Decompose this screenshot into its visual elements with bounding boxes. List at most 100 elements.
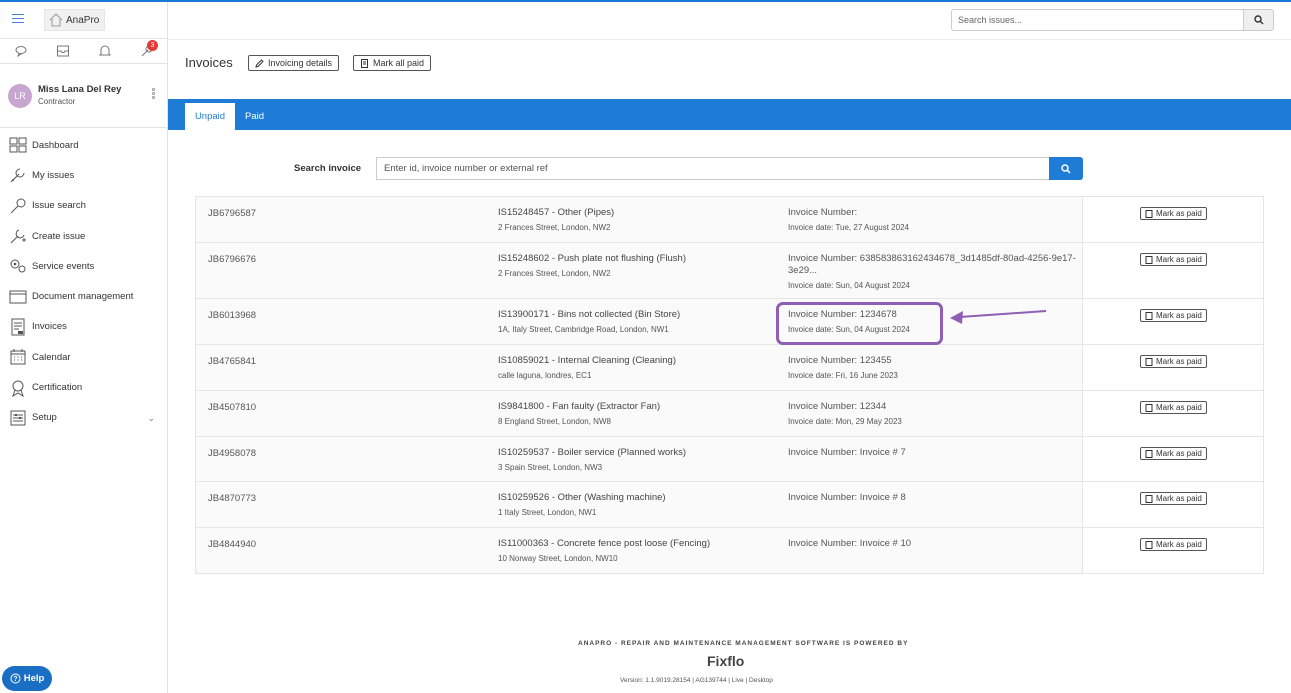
document-icon (1145, 357, 1153, 366)
mark-as-paid-label: Mark as paid (1156, 209, 1202, 218)
tab-paid[interactable]: Paid (235, 103, 274, 130)
help-button[interactable]: ? Help (2, 666, 52, 691)
sidebar-item-service-events[interactable]: Service events (0, 251, 167, 281)
sidebar-item-label: Document management (32, 291, 134, 303)
mark-all-paid-button[interactable]: Mark all paid (353, 55, 432, 71)
action-cell: Mark as paid (1082, 528, 1263, 573)
job-ref[interactable]: JB4765841 (208, 356, 256, 367)
bell-icon[interactable] (97, 43, 113, 59)
chevron-down-icon[interactable]: ⌄ (147, 413, 155, 424)
issue-address: 1A, Italy Street, Cambridge Road, London… (498, 325, 669, 334)
notification-badge: 3 (147, 40, 158, 51)
mark-as-paid-button[interactable]: Mark as paid (1140, 447, 1207, 460)
inbox-icon[interactable] (55, 43, 71, 59)
invoicing-details-button[interactable]: Invoicing details (248, 55, 340, 71)
sidebar-header: AnaPro (0, 2, 167, 39)
sidebar-item-label: Calendar (32, 351, 71, 363)
sidebar-item-issue-search[interactable]: Issue search (0, 191, 167, 221)
job-ref[interactable]: JB4958078 (208, 448, 256, 459)
issue-title[interactable]: IS15248457 - Other (Pipes) (498, 207, 614, 218)
user-profile[interactable]: LR Miss Lana Del Rey Contractor (0, 64, 167, 128)
sidebar-item-label: Service events (32, 260, 95, 272)
profile-role: Contractor (38, 97, 76, 106)
invoice-number: Invoice Number: 12344 (788, 401, 887, 412)
document-icon (1145, 494, 1153, 503)
document-icon (1145, 403, 1153, 412)
help-label: Help (23, 673, 45, 684)
invoice-number: Invoice Number: 638583863162434678_3d148… (788, 253, 1076, 276)
document-icon (1145, 209, 1153, 218)
sidebar-item-label: Setup (32, 412, 57, 424)
issue-title[interactable]: IS11000363 - Concrete fence post loose (… (498, 538, 710, 549)
mark-as-paid-button[interactable]: Mark as paid (1140, 253, 1207, 266)
tab-unpaid[interactable]: Unpaid (185, 103, 235, 130)
issue-title[interactable]: IS9841800 - Fan faulty (Extractor Fan) (498, 401, 660, 412)
mark-as-paid-label: Mark as paid (1156, 540, 1202, 549)
job-ref[interactable]: JB4844940 (208, 539, 256, 550)
table-row: JB4958078 IS10259537 - Boiler service (P… (196, 437, 1263, 482)
issue-title[interactable]: IS10859021 - Internal Cleaning (Cleaning… (498, 355, 676, 366)
house-icon (49, 13, 63, 27)
mark-as-paid-button[interactable]: Mark as paid (1140, 492, 1207, 505)
sidebar-item-certification[interactable]: Certification (0, 372, 167, 402)
wrench-icon (10, 168, 25, 183)
sidebar-nav: Dashboard My issues Issue search Create … (0, 130, 167, 433)
brand-name: AnaPro (66, 14, 100, 26)
arrow-annotation-icon (950, 310, 1047, 324)
issue-address: 2 Frances Street, London, NW2 (498, 223, 611, 232)
issue-address: 8 England Street, London, NW8 (498, 417, 611, 426)
action-cell: Mark as paid (1082, 482, 1263, 527)
notifications-button[interactable]: 3 (139, 40, 158, 59)
chat-icon[interactable] (13, 43, 29, 59)
profile-menu-icon[interactable] (152, 88, 156, 102)
invoice-number: Invoice Number: Invoice # 8 (788, 492, 906, 503)
job-ref[interactable]: JB6796676 (208, 254, 256, 265)
job-ref[interactable]: JB4870773 (208, 493, 256, 504)
document-icon (1145, 449, 1153, 458)
sidebar-item-document-management[interactable]: Document management (0, 281, 167, 311)
calendar-icon (10, 349, 26, 365)
invoice-date: Invoice date: Mon, 29 May 2023 (788, 417, 902, 426)
document-icon (361, 58, 368, 68)
search-invoice-button[interactable] (1049, 157, 1083, 180)
sidebar-item-my-issues[interactable]: My issues (0, 160, 167, 190)
mark-as-paid-label: Mark as paid (1156, 403, 1202, 412)
sidebar-item-calendar[interactable]: Calendar (0, 342, 167, 372)
invoice-tabs: Unpaid Paid (168, 99, 1291, 130)
search-issues-input[interactable]: Search issues... (951, 9, 1244, 31)
issue-title[interactable]: IS15248602 - Push plate not flushing (Fl… (498, 253, 686, 264)
table-row: JB4844940 IS11000363 - Concrete fence po… (196, 528, 1263, 573)
mark-as-paid-button[interactable]: Mark as paid (1140, 538, 1207, 551)
job-ref[interactable]: JB4507810 (208, 402, 256, 413)
brand-logo[interactable]: AnaPro (44, 9, 105, 31)
sidebar-item-invoices[interactable]: Invoices (0, 312, 167, 342)
job-ref[interactable]: JB6013968 (208, 310, 256, 321)
search-issues-button[interactable] (1243, 9, 1274, 31)
invoicing-details-label: Invoicing details (268, 58, 333, 68)
sidebar-item-create-issue[interactable]: Create issue (0, 221, 167, 251)
profile-name: Miss Lana Del Rey (38, 84, 122, 95)
footer-version: Version: 1.1.9019.28154 | AG139744 | Liv… (620, 677, 773, 684)
mark-as-paid-label: Mark as paid (1156, 255, 1202, 264)
invoice-date: Invoice date: Fri, 16 June 2023 (788, 371, 898, 380)
table-row: JB4765841 IS10859021 - Internal Cleaning… (196, 345, 1263, 391)
table-row: JB4507810 IS9841800 - Fan faulty (Extrac… (196, 391, 1263, 437)
issue-title[interactable]: IS13900171 - Bins not collected (Bin Sto… (498, 309, 680, 320)
issue-title[interactable]: IS10259537 - Boiler service (Planned wor… (498, 447, 686, 458)
mark-as-paid-button[interactable]: Mark as paid (1140, 309, 1207, 322)
mark-as-paid-button[interactable]: Mark as paid (1140, 207, 1207, 220)
mark-as-paid-button[interactable]: Mark as paid (1140, 355, 1207, 368)
sidebar-item-setup[interactable]: Setup ⌄ (0, 403, 167, 433)
hamburger-menu-icon[interactable] (12, 14, 24, 24)
footer-powered-by: ANAPRO - REPAIR AND MAINTENANCE MANAGEME… (578, 640, 909, 647)
issue-title[interactable]: IS10259526 - Other (Washing machine) (498, 492, 666, 503)
sidebar-item-dashboard[interactable]: Dashboard (0, 130, 167, 160)
job-ref[interactable]: JB6796587 (208, 208, 256, 219)
search-invoice-input[interactable]: Enter id, invoice number or external ref (376, 157, 1050, 180)
issue-address: 1 Italy Street, London, NW1 (498, 508, 597, 517)
mark-all-paid-label: Mark all paid (373, 58, 425, 68)
sidebar: AnaPro 3 LR Miss Lana Del Rey Contractor… (0, 2, 168, 693)
dashboard-icon (9, 137, 27, 153)
mark-as-paid-button[interactable]: Mark as paid (1140, 401, 1207, 414)
edit-icon (255, 58, 264, 68)
